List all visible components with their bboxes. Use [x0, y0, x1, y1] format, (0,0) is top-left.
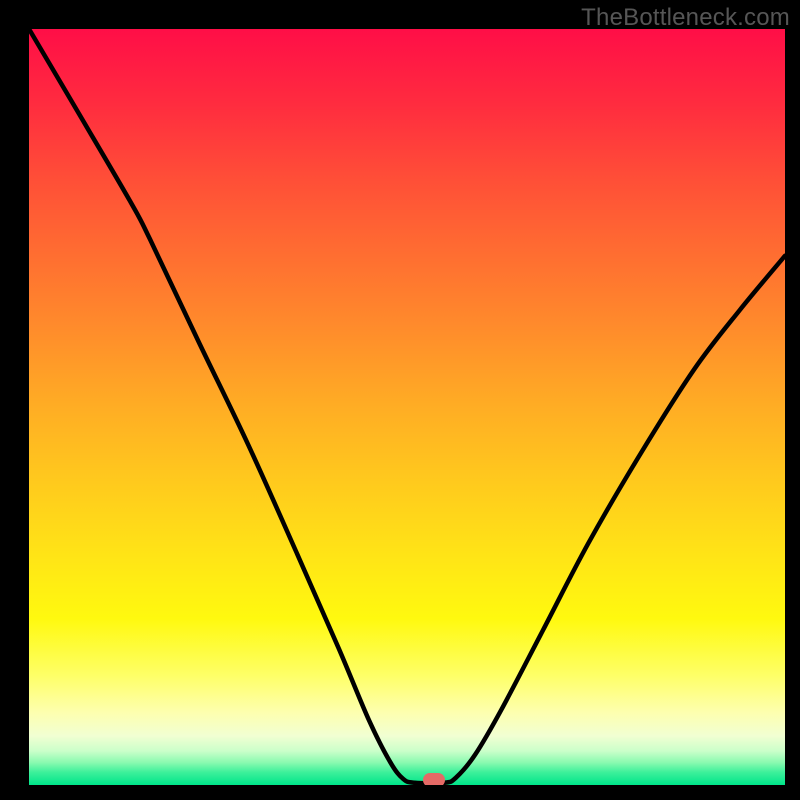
watermark-text: TheBottleneck.com [581, 4, 790, 32]
chart-frame: TheBottleneck.com [0, 0, 800, 800]
bottleneck-curve [29, 29, 785, 785]
plot-area [29, 29, 785, 785]
bottleneck-marker [423, 773, 445, 785]
